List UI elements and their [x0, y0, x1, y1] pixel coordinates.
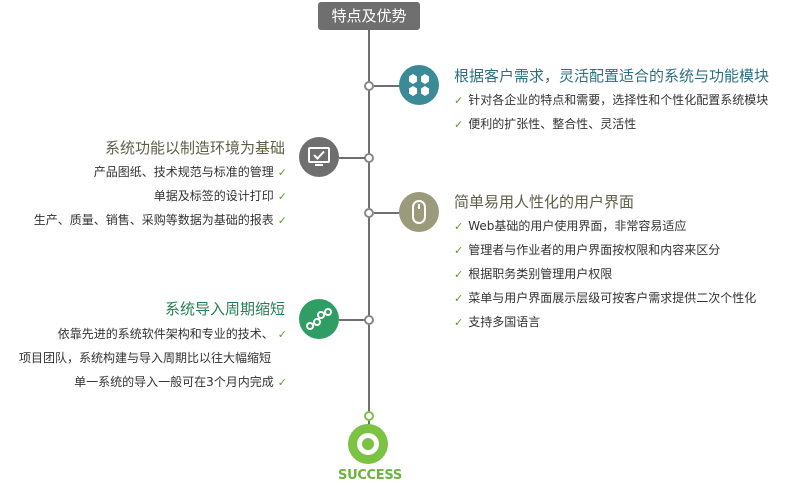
page-title: 特点及优势: [318, 2, 420, 30]
check-icon: ✓: [454, 292, 464, 305]
connector-line: [339, 319, 365, 321]
check-icon: ✓: [277, 166, 287, 179]
list-item: 单一系统的导入一般可在3个月内完成 ✓: [74, 375, 287, 389]
check-icon: ✓: [277, 328, 287, 341]
section-heading-implementation: 系统导入周期缩短: [164, 300, 285, 318]
check-icon: ✓: [454, 220, 464, 233]
list-item: 项目团队，系统构建与导入周期比以往大幅缩短: [18, 351, 271, 365]
section-heading-flexible: 根据客户需求，灵活配置适合的系统与功能模块: [454, 67, 770, 85]
section-heading-manufacturing: 系统功能以制造环境为基础: [104, 139, 285, 157]
timeline-node: [364, 81, 374, 91]
monitor-check-icon: [299, 137, 339, 177]
timeline-node: [364, 153, 374, 163]
list-item: ✓ Web基础的用户使用界面，非常容易适应: [454, 219, 687, 233]
target-icon: [348, 424, 388, 464]
list-item: ✓ 管理者与作业者的用户界面按权限和内容来区分: [454, 243, 721, 257]
success-label: SUCCESS: [338, 468, 402, 483]
list-item: ✓ 支持多国语言: [454, 315, 541, 329]
features-diagram: 特点及优势 根据客户需求，灵活配置适合的系统与功能模块 ✓ 针对各企业的特点和需要…: [0, 0, 791, 485]
workflow-nodes-icon: [299, 299, 339, 339]
connector-line: [339, 157, 365, 159]
success-node: [364, 411, 374, 421]
connector-line: [374, 212, 400, 214]
list-item: ✓ 便利的扩张性、整合性、灵活性: [454, 117, 637, 131]
check-icon: ✓: [277, 214, 287, 227]
check-icon: ✓: [454, 118, 464, 131]
hexagon-cluster-icon: [399, 65, 439, 105]
check-icon: ✓: [277, 376, 287, 389]
check-icon: ✓: [454, 94, 464, 107]
section-heading-ui: 简单易用人性化的用户界面: [454, 193, 635, 211]
mouse-icon: [399, 192, 439, 232]
timeline-node: [364, 208, 374, 218]
check-icon: ✓: [454, 316, 464, 329]
timeline-node: [364, 315, 374, 325]
connector-line: [374, 85, 400, 87]
list-item: 生产、质量、销售、采购等数据为基础的报表 ✓: [33, 213, 287, 227]
list-item: ✓ 针对各企业的特点和需要，选择性和个性化配置系统模块: [454, 93, 769, 107]
list-item: 单据及标签的设计打印 ✓: [153, 189, 287, 203]
list-item: 依靠先进的系统软件架构和专业的技术、 ✓: [57, 327, 287, 341]
list-item: ✓ 根据职务类别管理用户权限: [454, 267, 613, 281]
check-icon: ✓: [454, 268, 464, 281]
check-icon: ✓: [277, 190, 287, 203]
check-icon: ✓: [454, 244, 464, 257]
list-item: 产品图纸、技术规范与标准的管理 ✓: [93, 165, 287, 179]
list-item: ✓ 菜单与用户界面展示层级可按客户需求提供二次个性化: [454, 291, 757, 305]
